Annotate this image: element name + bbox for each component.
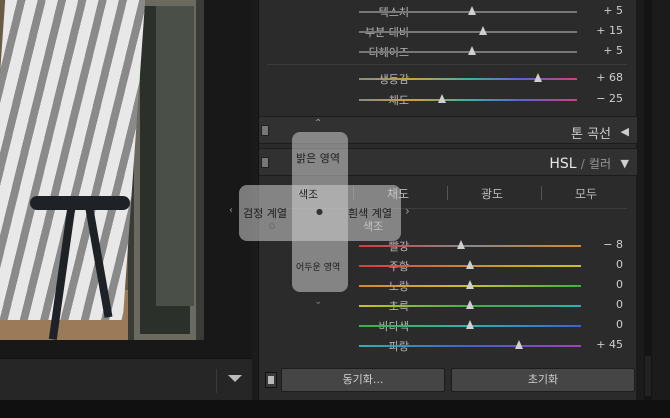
hue-slider-track[interactable]	[359, 245, 581, 247]
hue-slider-value[interactable]: 0	[616, 278, 623, 291]
expand-arrow-icon[interactable]: ▼	[621, 157, 629, 170]
effects-slider-value[interactable]: + 5	[603, 44, 623, 57]
presence-slider-row: 채도− 25	[259, 90, 637, 110]
presence-slider-thumb[interactable]	[533, 73, 542, 82]
toolbar	[0, 358, 252, 400]
hue-slider-thumb[interactable]	[466, 260, 474, 269]
divider	[267, 208, 627, 209]
panel-scrollbar[interactable]	[644, 0, 652, 418]
effects-slider-thumb[interactable]	[468, 6, 477, 15]
tab-luminance[interactable]: 광도	[481, 185, 503, 202]
hue-slider-thumb[interactable]	[466, 300, 474, 309]
panel-toggle[interactable]	[261, 157, 269, 168]
develop-panel: 텍스처+ 5부분 대비+ 15디헤이즈+ 5 생동감+ 68채도− 25 톤 곡…	[258, 0, 637, 418]
effects-slider-row: 디헤이즈+ 5	[259, 42, 637, 62]
hue-slider-row: 주황0	[259, 256, 637, 276]
tone-curve-title: 톤 곡선	[570, 127, 611, 142]
hsl-header[interactable]: HSL / 컬러 ▼	[259, 148, 637, 176]
lightroom-develop-view: 텍스처+ 5부분 대비+ 15디헤이즈+ 5 생동감+ 68채도− 25 톤 곡…	[0, 0, 670, 418]
presence-slider-value[interactable]: + 68	[596, 71, 623, 84]
effects-slider-value[interactable]: + 15	[596, 24, 623, 37]
bottom-strip	[0, 400, 670, 418]
effects-slider-thumb[interactable]	[468, 46, 477, 55]
hue-slider-value[interactable]: − 8	[603, 238, 623, 251]
hue-slider-row: 빨강− 8	[259, 236, 637, 256]
hue-slider-row: 초록0	[259, 296, 637, 316]
sync-button[interactable]: 동기화...	[281, 368, 445, 392]
presence-slider-row: 생동감+ 68	[259, 69, 637, 89]
effects-slider-thumb[interactable]	[479, 26, 488, 35]
presence-slider-track[interactable]	[359, 78, 577, 80]
hue-slider-row: 바다색0	[259, 316, 637, 336]
color-title[interactable]: 컬러	[589, 157, 611, 171]
reset-button[interactable]: 초기화	[451, 368, 635, 392]
tab-hue[interactable]: 색조	[297, 185, 319, 202]
hue-slider-track[interactable]	[359, 345, 581, 347]
hue-slider-row: 파랑+ 45	[259, 336, 637, 356]
presence-slider-track[interactable]	[359, 99, 577, 101]
presence-slider-thumb[interactable]	[437, 94, 446, 103]
photo-area	[0, 0, 252, 418]
panel-toggle[interactable]	[261, 125, 269, 136]
tab-saturation[interactable]: 채도	[387, 185, 409, 202]
hsl-tabs: 색조 채도 광도 모두	[259, 178, 637, 208]
photo-preview[interactable]	[0, 0, 204, 340]
divider	[267, 64, 627, 65]
hue-slider-thumb[interactable]	[457, 240, 466, 249]
hue-slider-row: 노랑0	[259, 276, 637, 296]
hue-slider-value[interactable]: + 45	[596, 338, 623, 351]
hue-slider-thumb[interactable]	[466, 280, 474, 289]
presence-slider-value[interactable]: − 25	[596, 92, 623, 105]
tone-curve-header[interactable]: 톤 곡선 ◀	[259, 116, 637, 144]
hue-section-label: 색조	[363, 220, 384, 233]
effects-slider-row: 텍스처+ 5	[259, 2, 637, 22]
hue-slider-value[interactable]: 0	[616, 298, 623, 311]
collapse-arrow-icon[interactable]: ◀	[621, 125, 629, 138]
tab-all[interactable]: 모두	[575, 185, 597, 202]
toolbar-dropdown-icon[interactable]	[228, 375, 242, 382]
hue-slider-thumb[interactable]	[514, 340, 523, 349]
hue-slider-value[interactable]: 0	[616, 258, 623, 271]
effects-slider-row: 부분 대비+ 15	[259, 22, 637, 42]
hsl-title[interactable]: HSL	[549, 156, 576, 172]
sync-toggle-switch[interactable]	[265, 372, 277, 388]
effects-slider-value[interactable]: + 5	[603, 4, 623, 17]
hue-slider-thumb[interactable]	[466, 320, 474, 329]
title-slash: /	[580, 157, 585, 171]
hue-slider-value[interactable]: 0	[616, 318, 623, 331]
hue-section-label-row: 색조	[259, 216, 637, 236]
effects-slider-track[interactable]	[359, 31, 577, 33]
